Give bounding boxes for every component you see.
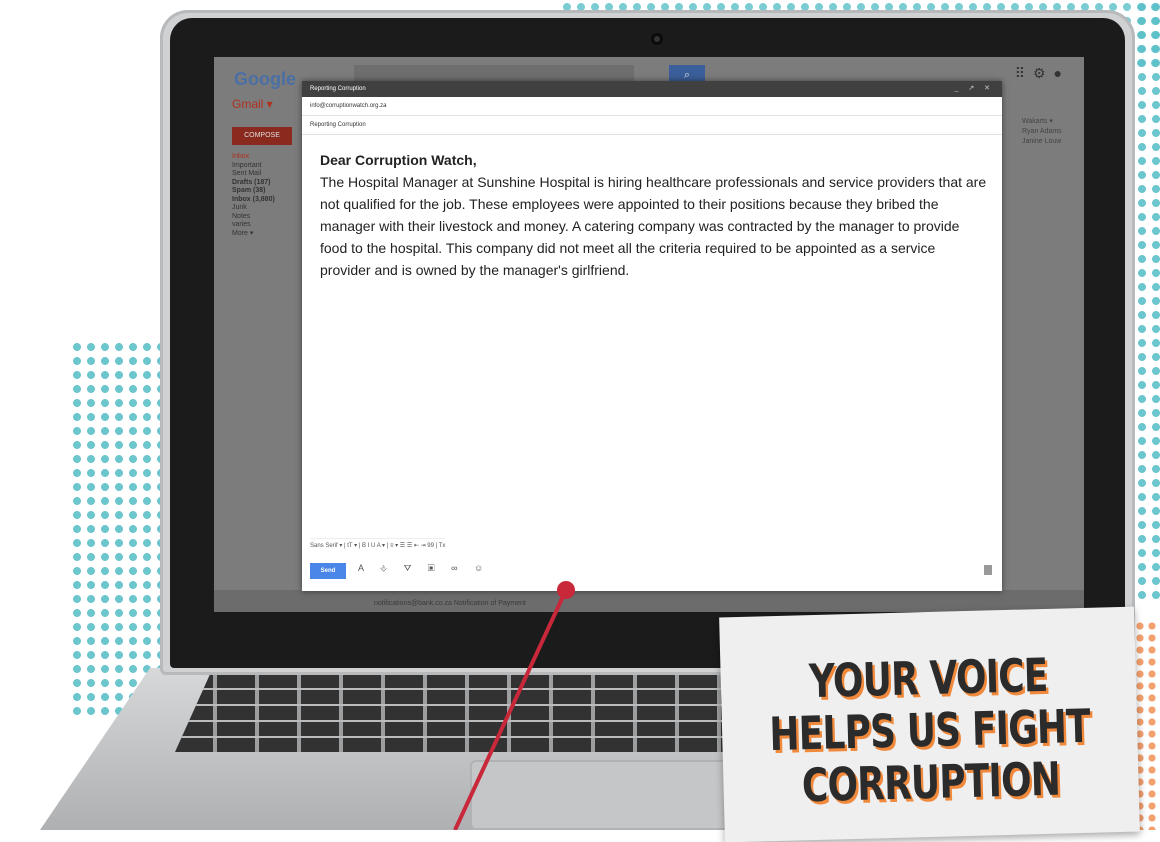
top-icons: ⠿⚙● — [1015, 65, 1070, 82]
folder-item[interactable]: Inbox (3,880) — [232, 196, 275, 205]
folder-item[interactable]: Notes — [232, 213, 275, 222]
compose-titlebar[interactable]: Reporting Corruption _ ↗ ✕ — [302, 81, 1002, 97]
keyboard-rows — [175, 672, 775, 752]
right-panel-item[interactable]: Ryan Adams — [1022, 127, 1062, 137]
inbox-row-text: notifications@bank.co.za Notification of… — [374, 600, 526, 607]
folder-item[interactable]: Spam (38) — [232, 187, 275, 196]
send-row: Send A ⎀ ⛛ ▣ ∞ ☺ — [310, 561, 992, 581]
folder-item[interactable]: More ▾ — [232, 230, 275, 239]
avatar[interactable]: ● — [1054, 65, 1070, 81]
right-panel-item[interactable]: Janine Louw — [1022, 137, 1062, 147]
search-icon: ⌕ — [683, 69, 691, 81]
camera-icon — [651, 33, 663, 45]
callout-card: YOUR VOICE HELPS US FIGHT CORRUPTION — [719, 606, 1140, 842]
folder-item[interactable]: varies — [232, 221, 275, 230]
window-controls[interactable]: _ ↗ ✕ — [954, 81, 994, 97]
right-panel-item[interactable]: Wakarts ▾ — [1022, 117, 1062, 127]
folder-item[interactable]: Inbox — [232, 153, 275, 162]
inbox-row[interactable]: notifications@bank.co.za Notification of… — [214, 590, 1084, 612]
teal-halftone-left — [70, 340, 160, 720]
message-body[interactable]: Dear Corruption Watch, The Hospital Mana… — [302, 135, 1002, 281]
folder-item[interactable]: Important — [232, 162, 275, 171]
right-panel: Wakarts ▾ Ryan Adams Janine Louw — [1022, 117, 1062, 147]
settings-icon[interactable]: ⚙ — [1033, 65, 1054, 81]
folder-item[interactable]: Drafts (187) — [232, 179, 275, 188]
compose-title: Reporting Corruption — [310, 86, 366, 92]
compose-button[interactable]: COMPOSE — [232, 127, 292, 145]
trash-icon[interactable] — [984, 565, 992, 575]
screen: Google ⌕ ⠿⚙● Gmail ▾ COMPOSE Inbox Impor… — [214, 57, 1084, 612]
google-logo: Google — [234, 69, 296, 89]
subject-field[interactable]: Reporting Corruption — [302, 116, 1002, 135]
greeting: Dear Corruption Watch, — [320, 152, 477, 168]
formatting-toolbar[interactable]: Sans Serif ▾ | tT ▾ | B I U A ▾ | ≡ ▾ ☰ … — [310, 538, 446, 553]
to-field[interactable]: info@corruptionwatch.org.za — [302, 97, 1002, 116]
trackpad — [470, 760, 760, 830]
send-button[interactable]: Send — [310, 563, 346, 579]
gmail-label[interactable]: Gmail ▾ — [232, 97, 273, 111]
folder-item[interactable]: Junk — [232, 204, 275, 213]
compose-window: Reporting Corruption _ ↗ ✕ info@corrupti… — [302, 81, 1002, 591]
apps-icon[interactable]: ⠿ — [1015, 65, 1033, 81]
teal-halftone-right — [1135, 0, 1160, 600]
folder-item[interactable]: Sent Mail — [232, 170, 275, 179]
folder-list: Inbox Important Sent Mail Drafts (187) S… — [232, 153, 275, 238]
message-text: The Hospital Manager at Sunshine Hospita… — [320, 174, 987, 278]
attachment-icons[interactable]: A ⎀ ⛛ ▣ ∞ ☺ — [358, 563, 490, 574]
callout-text: YOUR VOICE HELPS US FIGHT CORRUPTION — [768, 647, 1091, 813]
